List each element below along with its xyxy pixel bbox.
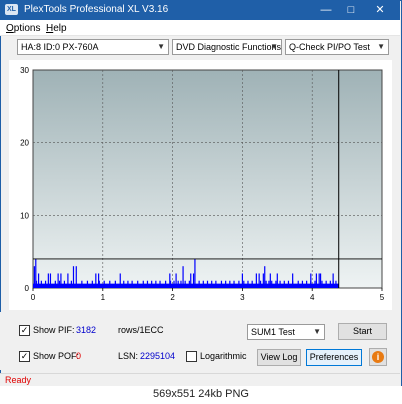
controls-panel: ✓ Show PIF: 3182 rows/1ECC ✓ Show POF: 0… xyxy=(0,312,400,370)
show-pof-label: Show POF: xyxy=(33,351,80,361)
show-pif-label: Show PIF: xyxy=(33,325,75,335)
title-bar[interactable]: XL PlexTools Professional XL V3.16 — □ ✕ xyxy=(0,0,400,20)
close-button[interactable]: ✕ xyxy=(370,2,390,18)
image-caption: 569x551 24kb PNG xyxy=(152,388,249,400)
app-icon: XL xyxy=(5,4,18,15)
menu-help[interactable]: Help xyxy=(46,23,67,34)
window-title: PlexTools Professional XL V3.16 xyxy=(24,4,169,15)
function-select[interactable]: DVD Diagnostic Functions ▼ xyxy=(172,39,282,55)
x-tick-label: 0 xyxy=(31,293,36,302)
y-tick-label: 10 xyxy=(20,211,29,220)
chevron-down-icon: ▼ xyxy=(270,42,278,51)
pif-value: 3182 xyxy=(76,325,97,335)
status-bar: Ready xyxy=(0,373,400,386)
preferences-button[interactable]: Preferences xyxy=(306,349,362,366)
start-button[interactable]: Start xyxy=(338,323,387,340)
drive-select-value: HA:8 ID:0 PX-760A xyxy=(21,42,99,52)
y-tick-label: 20 xyxy=(20,139,29,148)
data-baseline-band xyxy=(33,283,339,288)
menu-bar: Options Help xyxy=(0,20,400,36)
x-tick-label: 5 xyxy=(380,293,385,302)
chevron-down-icon: ▼ xyxy=(377,42,385,51)
sum-test-select[interactable]: SUM1 Test ▼ xyxy=(247,324,325,340)
plot-area xyxy=(32,69,383,289)
x-tick-label: 1 xyxy=(101,293,106,302)
info-icon: i xyxy=(372,351,384,363)
logarithmic-checkbox[interactable] xyxy=(186,351,197,362)
y-tick-label: 0 xyxy=(25,284,30,293)
test-select[interactable]: Q-Check PI/PO Test ▼ xyxy=(285,39,389,55)
info-button[interactable]: i xyxy=(369,348,387,366)
pof-value: 0 xyxy=(76,351,82,361)
view-log-button[interactable]: View Log xyxy=(257,349,301,366)
lsn-label: LSN: xyxy=(118,351,139,361)
minimize-button[interactable]: — xyxy=(316,2,336,18)
function-select-value: DVD Diagnostic Functions xyxy=(176,42,282,52)
drive-select[interactable]: HA:8 ID:0 PX-760A ▼ xyxy=(17,39,169,55)
show-pof-checkbox[interactable]: ✓ xyxy=(19,351,30,362)
show-pif-checkbox[interactable]: ✓ xyxy=(19,325,30,336)
chevron-down-icon: ▼ xyxy=(313,327,321,336)
lsn-value: 2295104 xyxy=(140,351,176,361)
maximize-button[interactable]: □ xyxy=(341,2,361,18)
menu-options[interactable]: Options xyxy=(6,23,40,34)
sum-test-value: SUM1 Test xyxy=(251,327,295,337)
pi-po-chart: 0 10 20 30 0 1 2 3 4 5 xyxy=(20,66,385,302)
x-tick-label: 2 xyxy=(170,293,175,302)
logarithmic-label: Logarithmic xyxy=(200,351,247,361)
y-tick-label: 30 xyxy=(20,66,29,75)
x-tick-label: 4 xyxy=(310,293,315,302)
x-tick-label: 3 xyxy=(240,293,245,302)
pif-unit: rows/1ECC xyxy=(118,325,164,335)
status-text: Ready xyxy=(5,375,32,385)
chevron-down-icon: ▼ xyxy=(157,42,165,51)
chart-panel: 0 10 20 30 0 1 2 3 4 5 xyxy=(9,60,392,310)
test-select-value: Q-Check PI/PO Test xyxy=(289,42,370,52)
